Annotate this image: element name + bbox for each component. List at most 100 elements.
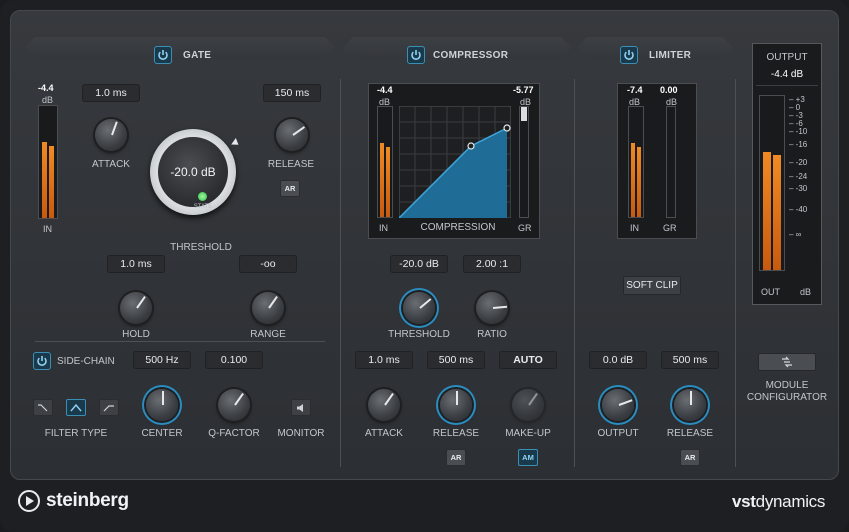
power-icon bbox=[158, 50, 168, 60]
gate-attack-knob[interactable] bbox=[95, 119, 127, 151]
limiter-power-button[interactable] bbox=[620, 46, 638, 64]
vst-logo-text: vst bbox=[732, 492, 756, 511]
limiter-output-value[interactable]: 0.0 dB bbox=[589, 351, 647, 369]
dynamics-logo-text: dynamics bbox=[755, 492, 826, 511]
limiter-ar-button[interactable]: AR bbox=[680, 449, 700, 466]
compressor-divider bbox=[574, 79, 575, 467]
highcut-icon bbox=[103, 404, 114, 411]
sidechain-divider bbox=[35, 341, 325, 342]
sidechain-power-button[interactable] bbox=[33, 352, 51, 370]
compressor-makeup-knob[interactable] bbox=[512, 389, 544, 421]
gate-in-label: IN bbox=[43, 224, 52, 234]
compressor-power-button[interactable] bbox=[407, 46, 425, 64]
gate-hold-knob[interactable] bbox=[120, 292, 152, 324]
filter-lowpass-button[interactable] bbox=[99, 399, 119, 416]
state-led-icon bbox=[198, 192, 207, 201]
sidechain-center-knob[interactable] bbox=[146, 389, 178, 421]
threshold-pointer-icon bbox=[231, 138, 241, 148]
plugin-panel: GATE -4.4 dB IN 1.0 ms ATTACK 150 ms REL… bbox=[10, 10, 839, 480]
gate-in-meter bbox=[38, 105, 58, 219]
limiter-title: LIMITER bbox=[649, 50, 692, 61]
limiter-output-knob[interactable] bbox=[602, 389, 634, 421]
gate-threshold-label: THRESHOLD bbox=[170, 242, 232, 253]
gate-release-value[interactable]: 150 ms bbox=[263, 84, 321, 102]
output-scale-tick: – -40 bbox=[789, 205, 808, 214]
compressor-gr-peak: -5.77 bbox=[513, 85, 534, 95]
output-separator bbox=[756, 85, 818, 86]
sidechain-center-label: CENTER bbox=[141, 428, 183, 439]
steinberg-logo-icon bbox=[18, 490, 40, 512]
module-configurator-button[interactable] bbox=[758, 353, 816, 371]
limiter-gr-label: GR bbox=[663, 223, 677, 233]
lowcut-icon bbox=[38, 403, 48, 411]
limiter-release-knob[interactable] bbox=[674, 389, 706, 421]
gate-in-peak: -4.4 bbox=[38, 83, 54, 93]
limiter-in-label: IN bbox=[630, 223, 639, 233]
compressor-am-button[interactable]: AM bbox=[518, 449, 538, 466]
bandpass-icon bbox=[70, 403, 82, 411]
gate-range-knob[interactable] bbox=[252, 292, 284, 324]
limiter-gr-meter bbox=[666, 106, 676, 218]
compressor-ratio-value[interactable]: 2.00 :1 bbox=[463, 255, 521, 273]
compressor-threshold-value[interactable]: -20.0 dB bbox=[390, 255, 448, 273]
limiter-release-label: RELEASE bbox=[666, 428, 714, 439]
gate-power-button[interactable] bbox=[154, 46, 172, 64]
module-configurator-icon bbox=[782, 356, 792, 368]
output-value: -4.4 dB bbox=[770, 69, 804, 80]
gate-attack-value[interactable]: 1.0 ms bbox=[82, 84, 140, 102]
steinberg-brand: steinberg bbox=[46, 490, 129, 511]
output-meter bbox=[759, 95, 785, 271]
monitor-button[interactable] bbox=[291, 399, 311, 416]
compressor-release-knob[interactable] bbox=[440, 389, 472, 421]
module-configurator-label-2: CONFIGURATOR bbox=[746, 392, 828, 403]
filter-type-label: FILTER TYPE bbox=[44, 428, 108, 439]
gate-header-band bbox=[25, 37, 335, 59]
gate-state-label: STATE bbox=[193, 204, 213, 210]
module-configurator-label-1: MODULE bbox=[765, 380, 809, 391]
output-scale-tick: – -20 bbox=[789, 158, 808, 167]
compressor-in-label: IN bbox=[379, 223, 388, 233]
sidechain-qfactor-knob[interactable] bbox=[218, 389, 250, 421]
compressor-title: COMPRESSOR bbox=[433, 50, 509, 61]
gate-release-label: RELEASE bbox=[267, 159, 315, 170]
filter-bandpass-button[interactable] bbox=[66, 399, 86, 416]
gate-range-value[interactable]: -oo bbox=[239, 255, 297, 273]
threshold-node-icon bbox=[467, 142, 475, 150]
vstdynamics-logo: vstdynamics bbox=[732, 492, 825, 512]
limiter-in-meter bbox=[628, 106, 644, 218]
gate-hold-label: HOLD bbox=[122, 329, 150, 340]
filter-highpass-button[interactable] bbox=[33, 399, 53, 416]
gate-hold-value[interactable]: 1.0 ms bbox=[107, 255, 165, 273]
compressor-gr-meter bbox=[519, 106, 529, 218]
compressor-attack-label: ATTACK bbox=[365, 428, 403, 439]
sidechain-center-value[interactable]: 500 Hz bbox=[133, 351, 191, 369]
speaker-icon bbox=[297, 403, 303, 412]
soft-clip-button[interactable]: SOFT CLIP bbox=[623, 276, 681, 295]
compressor-in-peak: -4.4 bbox=[377, 85, 393, 95]
gate-divider bbox=[340, 79, 341, 467]
compressor-ratio-knob[interactable] bbox=[476, 292, 508, 324]
gate-ar-button[interactable]: AR bbox=[280, 180, 300, 197]
compressor-attack-knob[interactable] bbox=[368, 389, 400, 421]
limiter-output-label: OUTPUT bbox=[597, 428, 639, 439]
compressor-makeup-value[interactable]: AUTO bbox=[499, 351, 557, 369]
limiter-divider bbox=[735, 79, 736, 467]
output-title: OUTPUT bbox=[766, 52, 808, 63]
gate-attack-label: ATTACK bbox=[92, 159, 130, 170]
compression-curve-graph[interactable] bbox=[399, 106, 511, 218]
compressor-attack-value[interactable]: 1.0 ms bbox=[355, 351, 413, 369]
compressor-ar-button[interactable]: AR bbox=[446, 449, 466, 466]
output-db-label: dB bbox=[800, 287, 812, 297]
compressor-makeup-label: MAKE-UP bbox=[505, 428, 551, 439]
power-icon bbox=[624, 50, 634, 60]
compressor-release-value[interactable]: 500 ms bbox=[427, 351, 485, 369]
gate-release-knob[interactable] bbox=[276, 119, 308, 151]
compressor-threshold-knob[interactable] bbox=[403, 292, 435, 324]
compressor-in-meter bbox=[377, 106, 393, 218]
limiter-release-value[interactable]: 500 ms bbox=[661, 351, 719, 369]
output-scale-tick: – -24 bbox=[789, 172, 808, 181]
output-scale-tick: – -30 bbox=[789, 184, 808, 193]
limiter-gr-peak: 0.00 bbox=[660, 85, 678, 95]
sidechain-qfactor-label: Q-FACTOR bbox=[208, 428, 260, 439]
sidechain-qfactor-value[interactable]: 0.100 bbox=[205, 351, 263, 369]
